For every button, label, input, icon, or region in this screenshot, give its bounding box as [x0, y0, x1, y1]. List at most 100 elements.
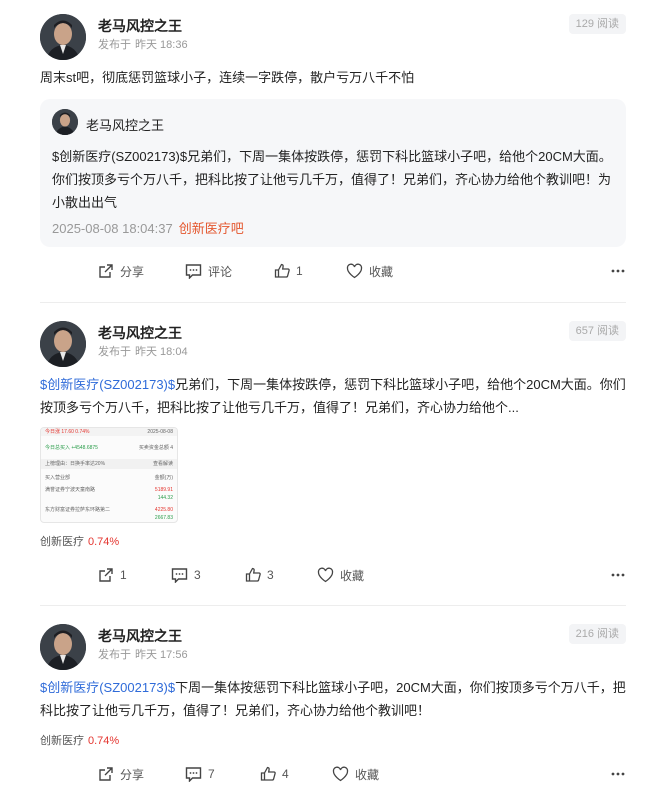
author-name[interactable]: 老马风控之王 [98, 323, 182, 343]
comment-button[interactable]: 7 [185, 762, 215, 786]
author-name[interactable]: 老马风控之王 [98, 16, 182, 36]
image-row: 今日总买入 +4548.6875 买卖资金总额 4 [45, 444, 173, 452]
comment-count: 7 [208, 767, 215, 781]
like-count: 4 [282, 767, 289, 781]
bar-link[interactable]: 创新医疗吧 [179, 221, 244, 236]
like-button[interactable]: 3 [245, 563, 274, 587]
like-button[interactable]: 1 [274, 259, 303, 283]
image-text: 满誉证券宁波天童南路 [45, 487, 96, 493]
comment-button[interactable]: 评论 [185, 259, 232, 283]
action-bar: 分享 评论 1 收藏 [40, 259, 626, 283]
thumbs-up-icon [260, 766, 276, 781]
image-text: 金额(万) [154, 475, 173, 481]
divider [40, 302, 626, 303]
comment-icon [171, 568, 188, 583]
view-count-badge: 216 阅读 [568, 624, 626, 644]
post-text[interactable]: $创新医疗(SZ002173)$兄弟们，下周一集体按跌停，惩罚下科比篮球小子吧，… [40, 373, 626, 419]
image-text: 买入营业部 [45, 475, 71, 481]
stock-name: 创新医疗 [40, 735, 84, 747]
image-row: 144.32 [45, 494, 173, 502]
view-count-badge: 129 阅读 [568, 14, 626, 34]
post-header: 老马风控之王 发布于 昨天 18:04 657 阅读 [40, 321, 626, 373]
quoted-footer: 2025-08-08 18:04:37 创新医疗吧 [52, 218, 616, 237]
favorite-button[interactable]: 收藏 [332, 762, 379, 786]
published-label: 发布于 [98, 346, 131, 358]
quoted-avatar [52, 109, 78, 135]
thumbs-up-icon [274, 263, 290, 278]
share-count: 1 [120, 568, 127, 582]
image-text: 今日总买入 +4548.6875 [45, 445, 98, 451]
post-header: 老马风控之王 发布于 昨天 17:56 216 阅读 [40, 624, 626, 676]
quoted-datetime: 2025-08-08 18:04:37 [52, 221, 173, 236]
post-card: 老马风控之王 发布于 昨天 18:36 129 阅读 周末st吧，彻底惩罚篮球小子… [40, 14, 626, 283]
quoted-text: $创新医疗(SZ002173)$兄弟们，下周一集体按跌停，惩罚下科比篮球小子吧，… [52, 149, 612, 210]
image-text: 144.32 [157, 495, 173, 501]
post-text[interactable]: 周末st吧，彻底惩罚篮球小子，连续一字跌停，散户亏万八千不怕 [40, 66, 626, 89]
published-label: 发布于 [98, 649, 131, 661]
image-row: 买入营业部 金额(万) [45, 474, 173, 482]
image-row: 满誉证券宁波天童南路 5189.91 [45, 486, 173, 494]
favorite-label: 收藏 [369, 264, 394, 279]
time-value: 昨天 17:56 [135, 649, 188, 661]
post-feed: 老马风控之王 发布于 昨天 18:36 129 阅读 周末st吧，彻底惩罚篮球小子… [0, 0, 670, 787]
action-bar: 分享 7 4 收藏 [40, 762, 626, 786]
image-text: 上榜理由：日换手率达20% [45, 461, 106, 467]
more-icon [611, 573, 625, 577]
stock-change: 0.74% [88, 735, 120, 747]
comment-icon [185, 264, 202, 279]
thumbs-up-icon [245, 567, 261, 582]
comment-icon [185, 767, 202, 782]
stock-chip[interactable]: 创新医疗 0.74% [40, 732, 626, 748]
post-card: 老马风控之王 发布于 昨天 18:04 657 阅读 $创新医疗(SZ002173… [40, 321, 626, 587]
heart-icon [332, 766, 349, 782]
share-icon [99, 568, 113, 582]
post-time: 发布于 昨天 18:04 [98, 343, 192, 359]
stock-tag[interactable]: $创新医疗(SZ002173)$ [40, 377, 175, 392]
stock-change: 0.74% [88, 536, 120, 548]
share-button[interactable]: 分享 [98, 259, 144, 283]
published-label: 发布于 [98, 39, 131, 51]
image-row: 今日涨 17.60 0.74% 2025-08-08 [45, 428, 173, 436]
favorite-label: 收藏 [340, 568, 365, 583]
favorite-button[interactable]: 收藏 [317, 563, 364, 587]
avatar[interactable] [40, 624, 86, 670]
image-text: 买卖资金总额 4 [138, 445, 173, 451]
favorite-label: 收藏 [355, 767, 380, 782]
post-time: 发布于 昨天 18:36 [98, 36, 192, 52]
stock-tag[interactable]: $创新医疗(SZ002173)$ [40, 680, 175, 695]
share-button[interactable]: 1 [98, 563, 127, 587]
image-text: 2025-08-08 [147, 429, 173, 435]
like-count: 1 [296, 264, 303, 278]
share-icon [99, 264, 113, 278]
post-text[interactable]: $创新医疗(SZ002173)$下周一集体按惩罚下科比篮球小子吧，20CM大面，… [40, 676, 626, 722]
comment-count: 3 [194, 568, 201, 582]
image-row: 2667.83 [45, 514, 173, 522]
more-button[interactable] [610, 263, 626, 282]
share-label: 分享 [120, 767, 145, 782]
post-header: 老马风控之王 发布于 昨天 18:36 129 阅读 [40, 14, 626, 66]
image-text: 5189.91 [154, 487, 173, 493]
avatar[interactable] [40, 14, 86, 60]
share-button[interactable]: 分享 [98, 762, 144, 786]
more-button[interactable] [610, 567, 626, 586]
post-image[interactable]: 今日涨 17.60 0.74% 2025-08-08 今日总买入 +4548.68… [40, 427, 178, 523]
image-text: 2667.83 [154, 515, 173, 521]
like-button[interactable]: 4 [260, 762, 289, 786]
author-name[interactable]: 老马风控之王 [98, 626, 182, 646]
comment-button[interactable]: 3 [171, 563, 201, 587]
quoted-post[interactable]: 老马风控之王 $创新医疗(SZ002173)$兄弟们，下周一集体按跌停，惩罚下科… [40, 99, 626, 247]
post-card: 老马风控之王 发布于 昨天 17:56 216 阅读 $创新医疗(SZ002173… [40, 624, 626, 786]
stock-name: 创新医疗 [40, 536, 84, 548]
avatar[interactable] [40, 321, 86, 367]
like-count: 3 [267, 568, 274, 582]
favorite-button[interactable]: 收藏 [346, 259, 393, 283]
stock-chip[interactable]: 创新医疗 0.74% [40, 533, 626, 549]
image-text: 今日涨 17.60 0.74% [45, 429, 90, 435]
share-label: 分享 [120, 264, 145, 279]
more-icon [611, 269, 625, 273]
heart-icon [317, 567, 334, 583]
image-text: 查看解读 [152, 461, 173, 467]
post-time: 发布于 昨天 17:56 [98, 646, 192, 662]
more-button[interactable] [610, 766, 626, 785]
comment-label: 评论 [208, 264, 233, 279]
